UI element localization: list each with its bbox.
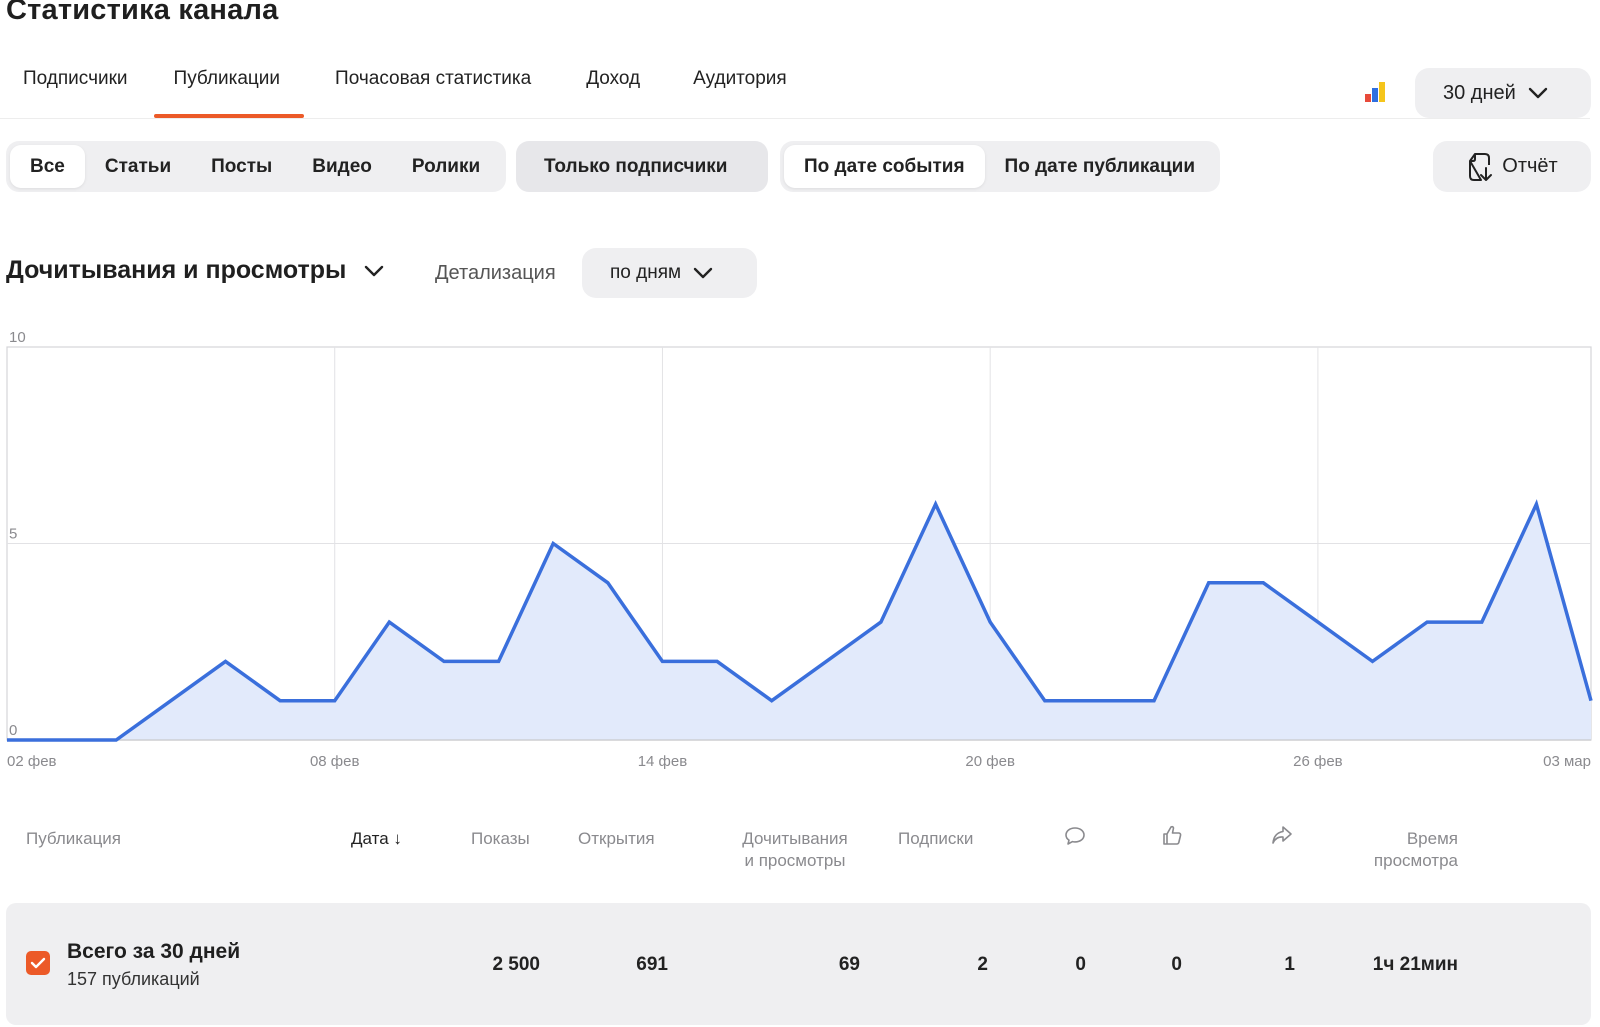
filter-posts[interactable]: Посты	[191, 145, 292, 188]
filter-by-event-date[interactable]: По дате события	[784, 145, 985, 188]
detail-label: Детализация	[435, 262, 556, 284]
main-tabs: Подписчики Публикации Почасовая статисти…	[0, 60, 810, 118]
col-reads-line2: и просмотры	[744, 851, 846, 870]
chevron-down-icon	[693, 267, 713, 279]
reads-views-chart: 0 5 10 02 фев 08 фев 14 фев 20 фев 26 фев 03 мар	[6, 329, 1593, 770]
filter-by-publication-date[interactable]: По дате публикации	[985, 145, 1216, 188]
col-opens[interactable]: Открытия	[578, 828, 655, 850]
x-tick-label: 03 мар	[1543, 753, 1591, 770]
filter-shorts[interactable]: Ролики	[392, 145, 500, 188]
col-reads[interactable]: Дочитывания и просмотры	[730, 828, 860, 872]
tab-income[interactable]: Доход	[554, 60, 663, 118]
total-title: Всего за 30 дней	[67, 940, 241, 963]
chevron-down-icon	[365, 265, 384, 276]
x-tick-label: 14 фев	[638, 753, 688, 770]
chevron-down-icon	[1528, 87, 1548, 99]
total-subscriptions: 2	[977, 954, 988, 975]
tab-hourly-stats[interactable]: Почасовая статистика	[303, 60, 554, 118]
total-reads: 69	[838, 954, 860, 975]
bar-chart-icon[interactable]	[1364, 80, 1388, 104]
tab-publications[interactable]: Публикации	[151, 60, 304, 118]
checkmark-icon	[30, 957, 46, 969]
report-label: Отчёт	[1502, 155, 1558, 177]
period-select[interactable]: 30 дней	[1415, 68, 1591, 118]
total-comments: 0	[1075, 954, 1086, 975]
col-subscriptions[interactable]: Подписки	[898, 828, 973, 850]
col-publication: Публикация	[26, 829, 122, 848]
filter-all[interactable]: Все	[10, 145, 85, 188]
col-watch-time-line2: просмотра	[1373, 851, 1458, 870]
y-tick-label: 10	[9, 329, 26, 346]
x-tick-label: 08 фев	[310, 753, 360, 770]
total-watch-time: 1ч 21мин	[1372, 954, 1458, 975]
x-tick-label: 26 фев	[1293, 753, 1343, 770]
series-area	[7, 504, 1591, 740]
x-tick-label: 20 фев	[965, 753, 1015, 770]
total-likes: 0	[1171, 954, 1182, 975]
period-label: 30 дней	[1443, 81, 1516, 104]
share-icon[interactable]	[1271, 825, 1293, 845]
col-reads-line1: Дочитывания	[742, 829, 848, 848]
filter-videos[interactable]: Видео	[292, 145, 392, 188]
download-report-icon	[1469, 152, 1493, 181]
tab-audience[interactable]: Аудитория	[663, 60, 810, 118]
col-date-sort[interactable]: Дата ↓	[351, 828, 402, 850]
col-impressions[interactable]: Показы	[471, 828, 530, 850]
metric-title: Дочитывания и просмотры	[6, 256, 347, 284]
filter-articles[interactable]: Статьи	[85, 145, 191, 188]
total-shares: 1	[1284, 954, 1295, 975]
y-tick-label: 0	[9, 722, 17, 739]
col-watch-time[interactable]: Время просмотра	[1330, 828, 1458, 872]
total-opens: 691	[636, 954, 668, 975]
content-type-filter: Все Статьи Посты Видео Ролики	[6, 141, 506, 192]
detail-select[interactable]: по дням	[582, 248, 757, 298]
date-mode-filter: По дате события По дате публикации	[780, 141, 1220, 192]
page-title: Статистика канала	[6, 0, 279, 26]
comment-icon[interactable]	[1064, 826, 1086, 846]
total-impressions: 2 500	[492, 954, 540, 975]
total-checkbox[interactable]	[26, 951, 50, 975]
report-button[interactable]: Отчёт	[1433, 141, 1591, 192]
detail-value: по дням	[610, 262, 682, 283]
y-tick-label: 5	[9, 526, 17, 543]
subscribers-only-toggle[interactable]: Только подписчики	[516, 141, 768, 192]
tabs-divider	[0, 118, 1590, 119]
col-watch-time-line1: Время	[1406, 829, 1458, 848]
like-icon[interactable]	[1161, 824, 1183, 846]
metric-select[interactable]: Дочитывания и просмотры	[6, 256, 384, 285]
x-tick-label: 02 фев	[7, 753, 57, 770]
tab-subscribers[interactable]: Подписчики	[0, 60, 151, 118]
total-subtitle: 157 публикаций	[67, 969, 200, 989]
